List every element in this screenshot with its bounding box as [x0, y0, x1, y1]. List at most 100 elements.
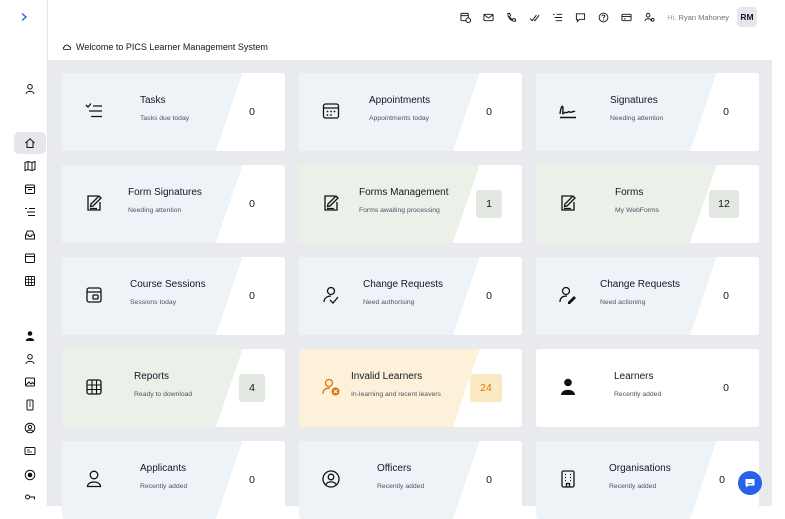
card-count: 0: [249, 290, 255, 302]
sidebar-item-home[interactable]: [14, 132, 46, 154]
map-icon: [24, 160, 36, 172]
card-change-requests-authorise[interactable]: Change Requests Need authorising 0: [299, 257, 522, 335]
card-subtitle: Needing attention: [128, 207, 182, 214]
card-appointments[interactable]: Appointments Appointments today 0: [299, 73, 522, 151]
card-subtitle: Recently added: [377, 483, 425, 490]
person-filled-icon: [561, 378, 575, 395]
sidebar-item-schedule[interactable]: [14, 247, 46, 269]
card-title: Officers: [377, 463, 412, 474]
card-title: Course Sessions: [130, 279, 206, 290]
card-title: Organisations: [609, 463, 671, 474]
card-form-signatures[interactable]: Form Signatures Needing attention 0: [62, 165, 285, 243]
cards-button[interactable]: [615, 6, 638, 28]
card-count: 0: [486, 106, 492, 118]
sidebar-item-inbox[interactable]: [14, 224, 46, 246]
calendar-clock-button[interactable]: [454, 6, 477, 28]
sidebar-item-devices[interactable]: [14, 394, 46, 416]
card-forms-management[interactable]: Forms Management Forms awaiting processi…: [299, 165, 522, 243]
chat-icon: [745, 479, 755, 488]
card-count: 1: [476, 190, 502, 218]
card-subtitle: Recently added: [609, 483, 657, 490]
cloud-icon: [62, 44, 72, 50]
session-icon: [86, 287, 102, 303]
mail-icon: [483, 13, 494, 21]
sidebar-item-media[interactable]: [14, 371, 46, 393]
chat-launcher-button[interactable]: [738, 471, 762, 495]
card-count: 0: [249, 474, 255, 486]
card-count: 0: [486, 474, 492, 486]
card-count: 12: [709, 190, 739, 218]
phone-icon: [507, 12, 517, 22]
card-title: Reports: [134, 371, 170, 382]
card-subtitle: In-learning and recent leavers: [351, 391, 441, 398]
card-forms[interactable]: Forms My WebForms 12: [536, 165, 759, 243]
user-circle-icon: [322, 470, 340, 488]
card-count: 0: [723, 290, 729, 302]
tasks-icon: [85, 103, 102, 118]
sidebar-item-globe[interactable]: [14, 464, 46, 486]
sidebar-item-access[interactable]: [14, 488, 46, 510]
messages-button[interactable]: [569, 6, 592, 28]
card-signatures[interactable]: Signatures Needing attention 0: [536, 73, 759, 151]
inbox-icon: [25, 230, 35, 240]
card-title: Forms: [615, 187, 644, 198]
globe-icon: [24, 469, 36, 481]
card-subtitle: Sessions today: [130, 299, 177, 306]
person-filled-icon: [25, 331, 35, 341]
sidebar: [0, 0, 48, 506]
sidebar-item-officers[interactable]: [14, 417, 46, 439]
sidebar-item-table[interactable]: [14, 270, 46, 292]
user-check-icon: [323, 286, 339, 304]
card-invalid-learners[interactable]: Invalid Learners In-learning and recent …: [299, 349, 522, 427]
calendar-icon: [322, 103, 340, 119]
card-subtitle: Need authorising: [363, 299, 415, 306]
calendar-clock-icon: [460, 12, 472, 23]
card-count: 4: [239, 374, 265, 402]
card-officers[interactable]: Officers Recently added 0: [299, 441, 522, 519]
home-icon: [25, 138, 35, 148]
user-warning-icon: [322, 378, 340, 396]
card-course-sessions[interactable]: Course Sessions Sessions today 0: [62, 257, 285, 335]
avatar[interactable]: RM: [737, 7, 757, 27]
dashboard-content: Tasks Tasks due today 0 Appointments App…: [48, 60, 772, 519]
card-count: 0: [723, 106, 729, 118]
approvals-button[interactable]: [523, 6, 546, 28]
help-button[interactable]: [592, 6, 615, 28]
list-icon: [553, 13, 563, 21]
switch-user-button[interactable]: [638, 6, 661, 28]
image-icon: [25, 377, 35, 387]
card-count: 0: [249, 106, 255, 118]
building-icon: [561, 470, 575, 488]
sidebar-item-profile[interactable]: [14, 78, 46, 100]
sidebar-item-id-cards[interactable]: [14, 440, 46, 462]
card-count: 24: [470, 374, 502, 402]
sidebar-item-calendar[interactable]: [14, 178, 46, 200]
expand-sidebar-button[interactable]: [0, 0, 48, 34]
card-subtitle: Need actioning: [600, 299, 646, 306]
top-bar: Hi, Ryan Mahoney RM: [48, 0, 785, 34]
card-reports[interactable]: Reports Ready to download 4: [62, 349, 285, 427]
sidebar-item-map[interactable]: [14, 155, 46, 177]
card-applicants[interactable]: Applicants Recently added 0: [62, 441, 285, 519]
card-subtitle: My WebForms: [615, 207, 660, 214]
card-learners[interactable]: Learners Recently added 0: [536, 349, 759, 427]
form-pen-icon: [324, 195, 339, 211]
card-change-requests-action[interactable]: Change Requests Need actioning 0: [536, 257, 759, 335]
sidebar-item-tasks[interactable]: [14, 201, 46, 223]
card-tasks[interactable]: Tasks Tasks due today 0: [62, 73, 285, 151]
card-subtitle: Forms awaiting processing: [359, 207, 440, 214]
sidebar-item-applicants[interactable]: [14, 348, 46, 370]
sidebar-item-learners[interactable]: [14, 325, 46, 347]
user-edit-icon: [559, 286, 576, 304]
card-title: Form Signatures: [128, 187, 202, 198]
card-icon: [621, 13, 632, 21]
card-subtitle: Recently added: [140, 483, 188, 490]
card-title: Signatures: [610, 95, 658, 106]
tasks-button[interactable]: [546, 6, 569, 28]
phone-button[interactable]: [500, 6, 523, 28]
card-organisations[interactable]: Organisations Recently added 0: [536, 441, 759, 519]
card-title: Applicants: [140, 463, 187, 474]
mail-button[interactable]: [477, 6, 500, 28]
card-subtitle: Needing attention: [610, 115, 664, 122]
card-title: Tasks: [140, 95, 166, 106]
